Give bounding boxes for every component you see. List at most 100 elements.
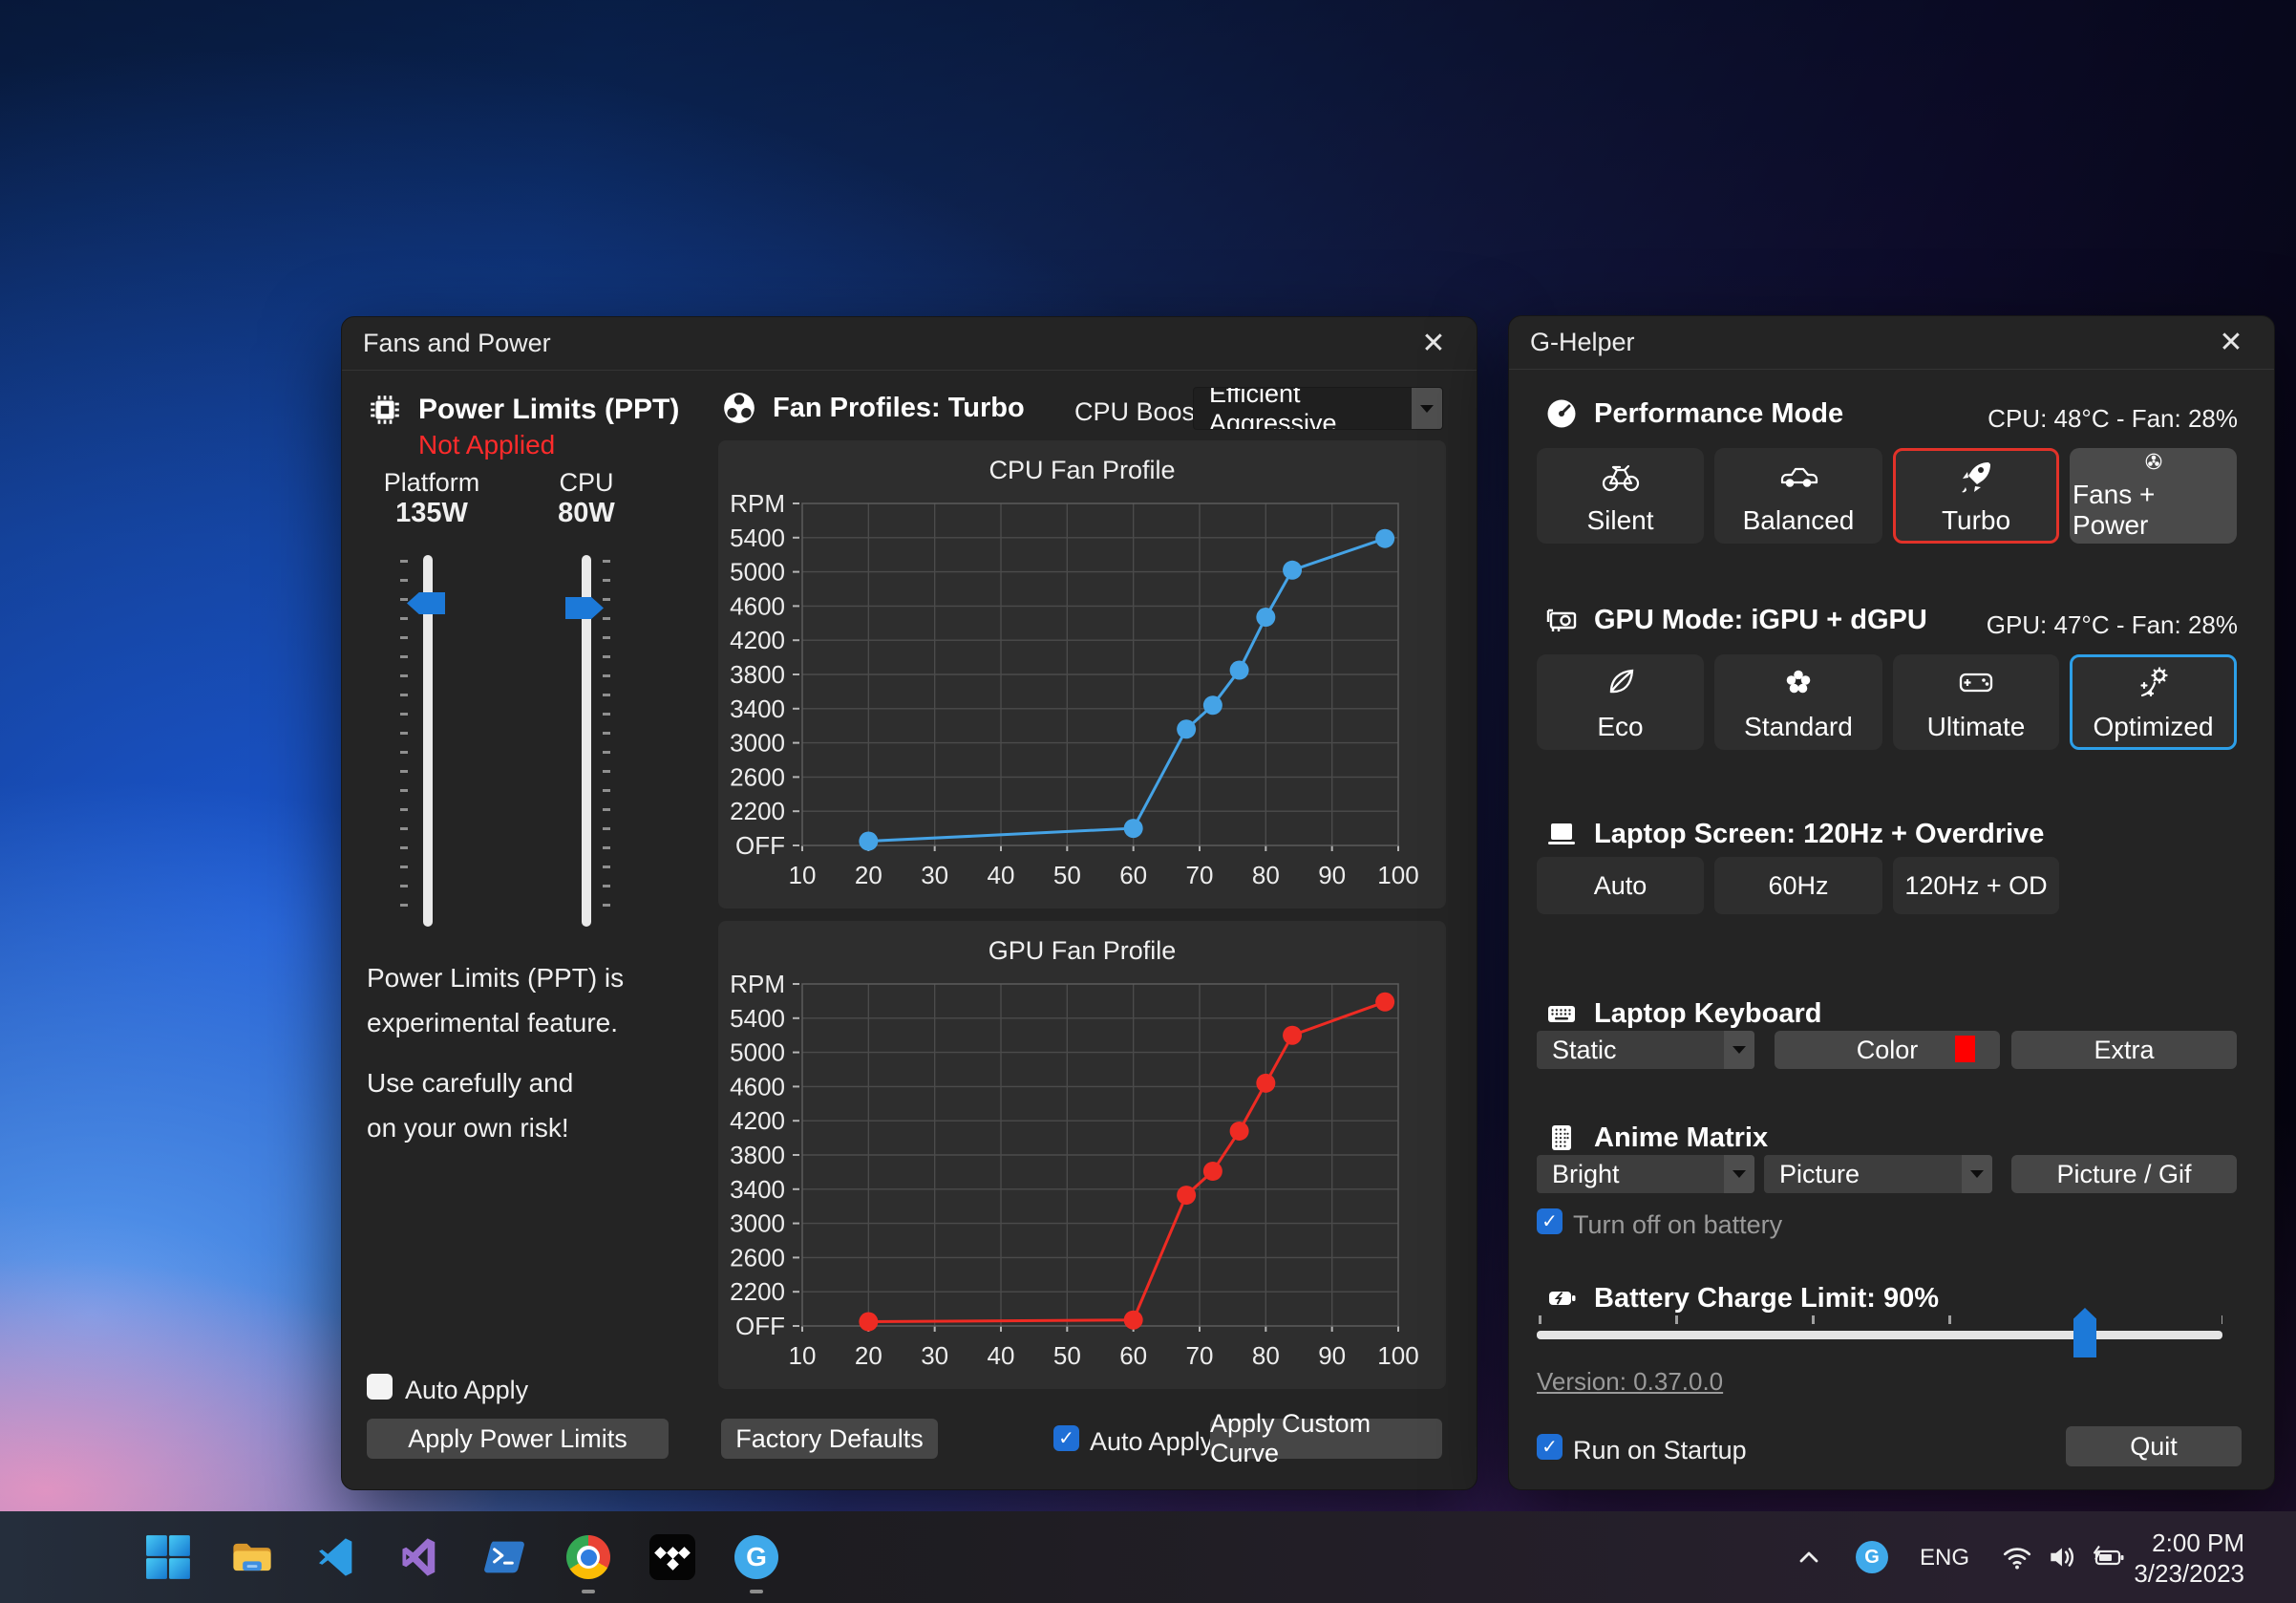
tray-time: 2:00 PM: [2134, 1528, 2244, 1558]
fan-profiles-title: Fan Profiles: Turbo: [773, 393, 1025, 424]
chrome-running-indicator: [582, 1590, 595, 1593]
cpu-limit-label: CPU 80W: [520, 468, 653, 529]
chevron-down-icon[interactable]: [1962, 1155, 1992, 1193]
keyboard-color-button[interactable]: Color: [1775, 1031, 2000, 1069]
cpu-slider-ticks: [603, 560, 610, 915]
ghelper-tray-icon: G: [1856, 1541, 1888, 1573]
mode-button-fans-power[interactable]: Fans + Power: [2070, 448, 2237, 544]
ghelper-titlebar[interactable]: G-Helper ✕: [1509, 316, 2274, 370]
speaker-icon: [2046, 1540, 2080, 1574]
vscode-button[interactable]: [311, 1532, 361, 1582]
battery-slider-track[interactable]: [1537, 1331, 2222, 1339]
svg-text:3800: 3800: [730, 1141, 785, 1169]
power-auto-apply-checkbox[interactable]: [367, 1374, 393, 1400]
keyboard-mode-select[interactable]: Static: [1537, 1031, 1754, 1069]
svg-text:RPM: RPM: [730, 489, 785, 518]
battery-tray-button[interactable]: [2088, 1532, 2130, 1582]
cpu-boost-select[interactable]: Efficient Aggressive: [1193, 387, 1443, 430]
ghelper-tray-button[interactable]: G: [1853, 1532, 1891, 1582]
run-on-startup-checkbox[interactable]: ✓: [1537, 1434, 1563, 1460]
svg-text:5000: 5000: [730, 558, 785, 587]
wifi-icon: [2000, 1540, 2034, 1574]
anime-running-select[interactable]: Picture: [1764, 1155, 1992, 1193]
svg-text:5400: 5400: [730, 524, 785, 552]
platform-slider-ticks: [400, 560, 408, 915]
screen-button-60hz[interactable]: 60Hz: [1714, 857, 1882, 914]
svg-text:50: 50: [1053, 861, 1081, 889]
language-indicator[interactable]: ENG: [1920, 1545, 1969, 1571]
ghelper-running-indicator: [750, 1590, 763, 1593]
keyboard-icon: [1544, 996, 1579, 1031]
windows-start-icon: [145, 1534, 191, 1580]
tidal-button[interactable]: [648, 1532, 697, 1582]
quit-button[interactable]: Quit: [2066, 1426, 2242, 1466]
mode-button-turbo[interactable]: Turbo: [1893, 448, 2059, 544]
start-button[interactable]: [143, 1532, 193, 1582]
power-limits-status: Not Applied: [418, 430, 555, 460]
svg-text:OFF: OFF: [735, 831, 785, 860]
chevron-down-icon[interactable]: [1724, 1155, 1754, 1193]
fans-window-titlebar[interactable]: Fans and Power ✕: [342, 317, 1477, 371]
svg-text:4600: 4600: [730, 591, 785, 620]
platform-slider-thumb[interactable]: [407, 592, 445, 614]
curve-auto-apply-checkbox[interactable]: ✓: [1053, 1425, 1079, 1451]
cpu-slider-thumb[interactable]: [565, 597, 604, 619]
tidal-icon: [649, 1534, 695, 1580]
svg-text:80: 80: [1252, 1341, 1280, 1370]
power-auto-apply-label: Auto Apply: [405, 1376, 528, 1405]
ghelper-icon: G: [734, 1535, 778, 1579]
factory-defaults-button[interactable]: Factory Defaults: [721, 1419, 938, 1459]
volume-button[interactable]: [2044, 1532, 2082, 1582]
taskbar: G G ENG: [0, 1511, 2296, 1603]
clock[interactable]: 2:00 PM 3/23/2023: [2134, 1528, 2244, 1589]
close-icon[interactable]: ✕: [1412, 322, 1456, 366]
svg-text:50: 50: [1053, 1341, 1081, 1370]
apply-custom-curve-button[interactable]: Apply Custom Curve: [1210, 1419, 1442, 1459]
cpu-fan-curve-chart[interactable]: CPU Fan ProfileOFF2200260030003400380042…: [718, 440, 1446, 908]
ghelper-taskbar-button[interactable]: G: [732, 1532, 781, 1582]
chevron-down-icon[interactable]: [1724, 1031, 1754, 1069]
powershell-button[interactable]: [479, 1532, 529, 1582]
anime-brightness-select[interactable]: Bright: [1537, 1155, 1754, 1193]
fan-profiles-header: Fan Profiles: Turbo: [721, 390, 1025, 426]
anime-battery-checkbox[interactable]: ✓: [1537, 1208, 1563, 1234]
gpu-button-eco[interactable]: Eco: [1537, 654, 1704, 750]
tray-overflow-button[interactable]: [1792, 1532, 1826, 1582]
svg-text:80: 80: [1252, 861, 1280, 889]
performance-mode-header: Performance Mode: [1544, 396, 1843, 431]
wifi-button[interactable]: [1998, 1532, 2036, 1582]
anime-picture-gif-button[interactable]: Picture / Gif: [2011, 1155, 2237, 1193]
curve-auto-apply-label: Auto Apply: [1090, 1427, 1213, 1457]
chevron-down-icon[interactable]: [1412, 388, 1442, 429]
keyboard-extra-button[interactable]: Extra: [2011, 1031, 2237, 1069]
leaf-icon: [1600, 662, 1642, 704]
version-link[interactable]: Version: 0.37.0.0: [1537, 1367, 1723, 1397]
file-explorer-button[interactable]: [227, 1532, 277, 1582]
visual-studio-button[interactable]: [395, 1532, 445, 1582]
mode-button-balanced[interactable]: Balanced: [1714, 448, 1882, 544]
close-icon[interactable]: ✕: [2209, 321, 2253, 365]
gpu-fan-curve-chart[interactable]: GPU Fan ProfileOFF2200260030003400380042…: [718, 921, 1446, 1389]
svg-text:RPM: RPM: [730, 970, 785, 998]
screen-button-120hz-od[interactable]: 120Hz + OD: [1893, 857, 2059, 914]
gpu-button-optimized[interactable]: Optimized: [2070, 654, 2237, 750]
cpu-fan-chart-panel: CPU Fan ProfileOFF2200260030003400380042…: [718, 440, 1446, 908]
gpu-temp-status: GPU: 47°C - Fan: 28%: [1987, 610, 2238, 640]
gpu-mode-header: GPU Mode: iGPU + dGPU: [1544, 603, 1927, 637]
svg-text:3000: 3000: [730, 729, 785, 758]
screen-button-auto[interactable]: Auto: [1537, 857, 1704, 914]
vscode-icon: [313, 1534, 359, 1580]
chevron-up-icon: [1795, 1543, 1823, 1571]
apply-power-limits-button[interactable]: Apply Power Limits: [367, 1419, 669, 1459]
mode-button-silent[interactable]: Silent: [1537, 448, 1704, 544]
svg-text:CPU Fan Profile: CPU Fan Profile: [989, 456, 1175, 484]
svg-text:2200: 2200: [730, 1277, 785, 1306]
gpu-button-standard[interactable]: Standard: [1714, 654, 1882, 750]
svg-text:40: 40: [988, 861, 1015, 889]
gauge-icon: [1544, 396, 1579, 431]
tray-date: 3/23/2023: [2134, 1558, 2244, 1589]
gpu-button-ultimate[interactable]: Ultimate: [1893, 654, 2059, 750]
flower-icon: [1777, 662, 1819, 704]
chrome-button[interactable]: [563, 1532, 613, 1582]
gpu-fan-chart-panel: GPU Fan ProfileOFF2200260030003400380042…: [718, 921, 1446, 1389]
